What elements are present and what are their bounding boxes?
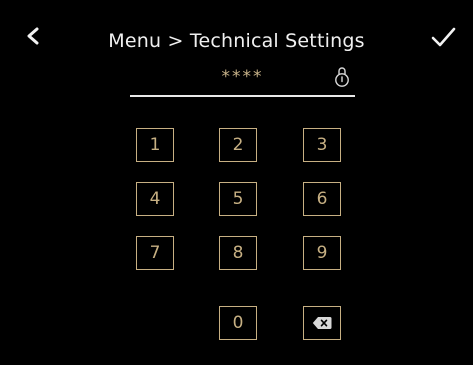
key-6-label: 6 [316,189,328,209]
backspace-button[interactable] [303,306,341,340]
key-5[interactable]: 5 [219,182,257,216]
pin-field[interactable]: **** [130,64,355,94]
key-9-label: 9 [316,243,328,263]
key-5-label: 5 [232,189,244,209]
key-4[interactable]: 4 [136,182,174,216]
page-title: Menu > Technical Settings [108,30,365,52]
key-3-label: 3 [316,135,328,155]
lock-icon [334,66,350,88]
key-4-label: 4 [149,189,161,209]
checkmark-icon [431,27,456,47]
key-2-label: 2 [232,135,244,155]
key-1-label: 1 [149,135,161,155]
key-9[interactable]: 9 [303,236,341,270]
confirm-button[interactable] [428,24,458,50]
key-8[interactable]: 8 [219,236,257,270]
key-7[interactable]: 7 [136,236,174,270]
pin-masked-value: **** [221,67,264,87]
backspace-icon [312,317,332,329]
key-3[interactable]: 3 [303,128,341,162]
key-6[interactable]: 6 [303,182,341,216]
key-7-label: 7 [149,243,161,263]
pin-underline [130,95,355,97]
key-1[interactable]: 1 [136,128,174,162]
key-0[interactable]: 0 [219,306,257,340]
key-2[interactable]: 2 [219,128,257,162]
key-0-label: 0 [232,313,244,333]
key-8-label: 8 [232,243,244,263]
